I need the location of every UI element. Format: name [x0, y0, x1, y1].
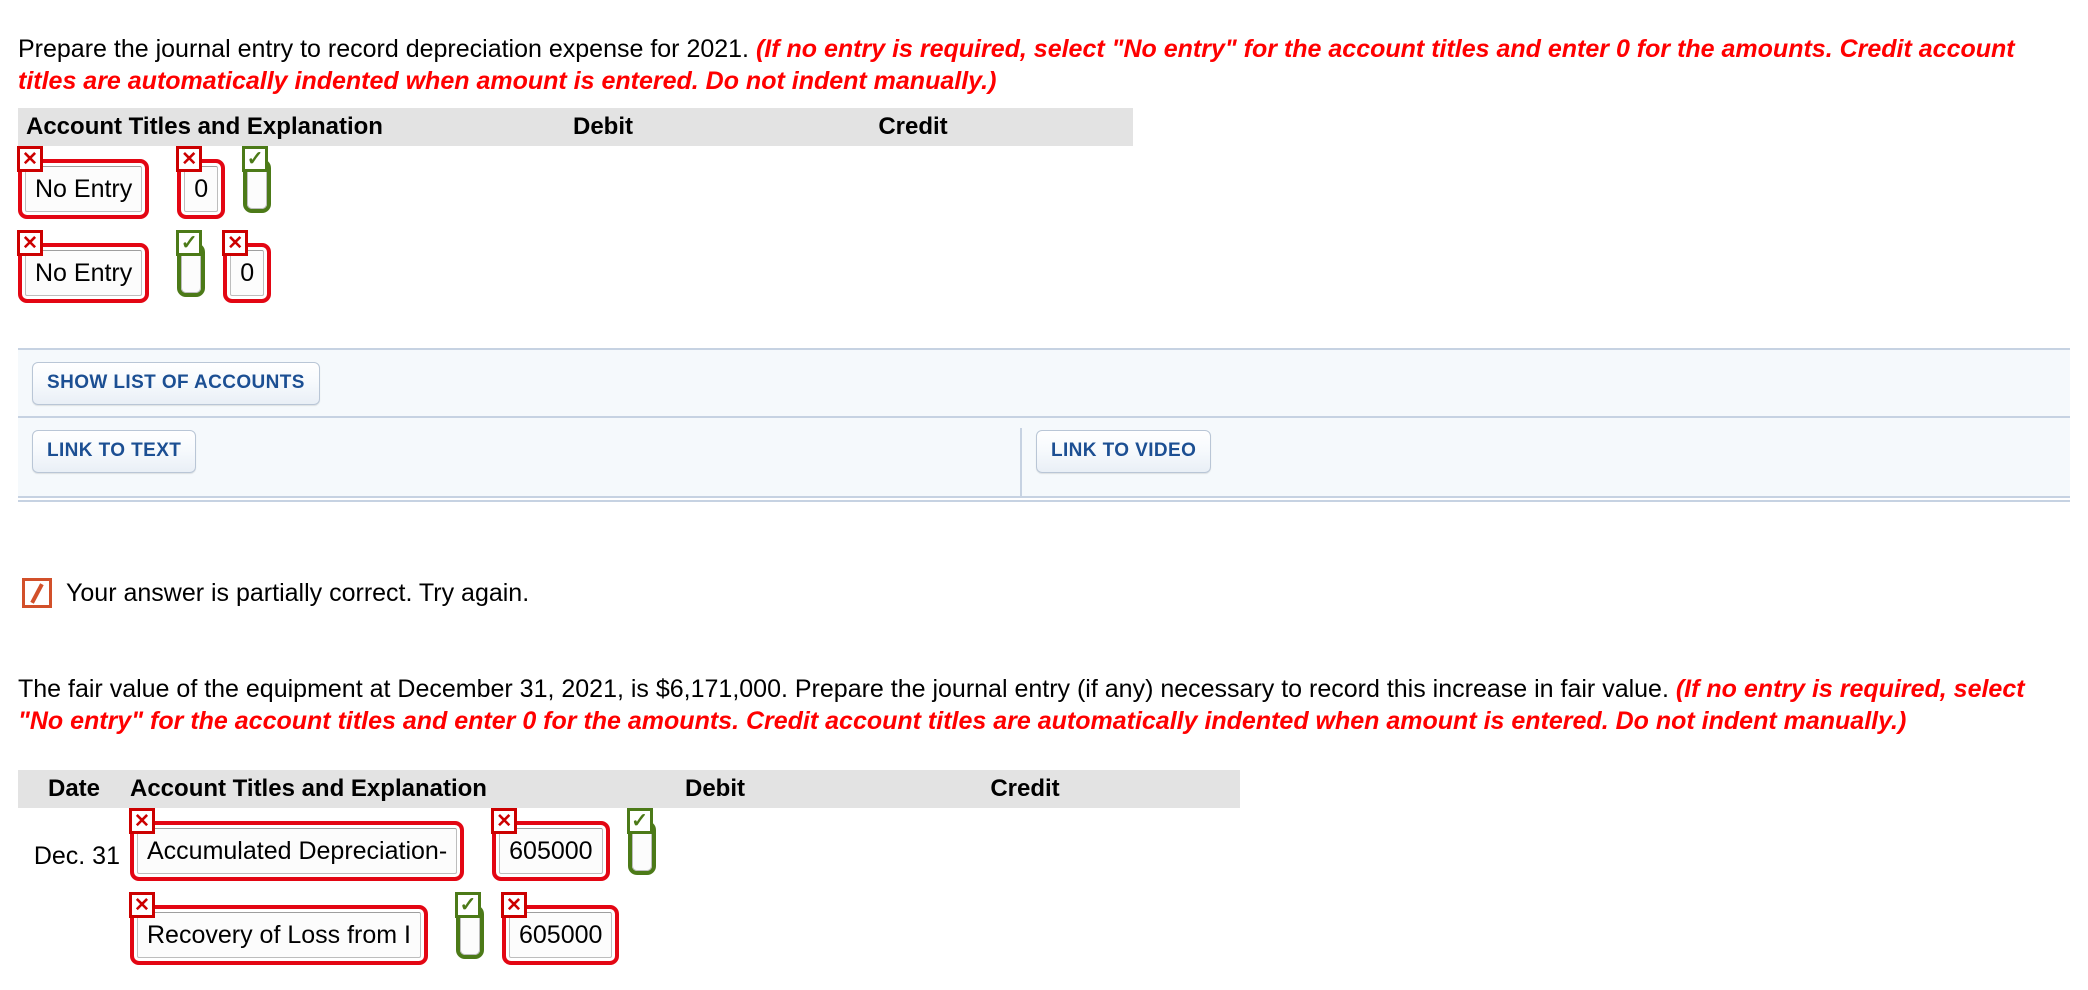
question-1-prompt-main: Prepare the journal entry to record depr…: [18, 35, 750, 63]
table-2-header-row: Date Account Titles and Explanation Debi…: [18, 770, 1240, 808]
status-correct-icon: ✓: [626, 808, 653, 834]
status-incorrect-icon: ✕: [176, 146, 203, 172]
link-to-text-button[interactable]: LINK TO TEXT: [32, 430, 197, 473]
question-1-prompt: Prepare the journal entry to record depr…: [0, 33, 2070, 97]
credit-field-cell: ✓: [242, 146, 272, 213]
status-correct-icon: ✓: [176, 230, 203, 256]
credit-input-r2[interactable]: 0: [230, 250, 265, 296]
panel-row-links: LINK TO TEXT LINK TO VIDEO: [18, 416, 2070, 498]
status-correct-icon: ✓: [242, 146, 269, 172]
date-cell-r1: Dec. 31: [33, 842, 120, 870]
credit-field-cell: ✕ 0: [222, 230, 272, 303]
status-incorrect-icon: ✕: [222, 230, 249, 256]
account-input-r1[interactable]: No Entry: [25, 166, 143, 212]
table-1-header-row: Account Titles and Explanation Debit Cre…: [18, 108, 1133, 146]
status-incorrect-icon: ✕: [500, 892, 527, 918]
debit-field-cell: ✕ 605000: [491, 808, 610, 881]
link-to-video-cell: LINK TO VIDEO: [1022, 428, 1212, 473]
table-2-header-date: Date: [47, 775, 101, 802]
panel-row-accounts: SHOW LIST OF ACCOUNTS: [18, 350, 2070, 416]
status-incorrect-icon: ✕: [129, 892, 155, 918]
credit-field-cell: ✓: [626, 808, 656, 875]
table-row: ✕ No Entry ✕ 0 ✓: [17, 146, 1133, 230]
debit-input-s2r1[interactable]: 605000: [499, 828, 603, 874]
table-1-header-account: Account Titles and Explanation: [26, 113, 383, 140]
journal-entry-table-2: Date Account Titles and Explanation Debi…: [18, 770, 1240, 976]
question-2-prompt: The fair value of the equipment at Decem…: [0, 673, 2080, 737]
account-field-cell: ✕ Recovery of Loss from I: [129, 892, 428, 965]
feedback-banner: Your answer is partially correct. Try ag…: [22, 578, 529, 608]
debit-input-r1[interactable]: 0: [184, 166, 219, 212]
status-incorrect-icon: ✕: [17, 230, 43, 256]
table-row: Dec. 31 ✕ Accumulated Depreciation- ✕ 60…: [18, 808, 1240, 892]
status-incorrect-icon: ✕: [17, 146, 43, 172]
table-row: ✕ Recovery of Loss from I ✓ ✕ 605000: [18, 892, 1240, 976]
journal-entry-table-1: Account Titles and Explanation Debit Cre…: [17, 108, 1133, 314]
debit-field-cell: ✕ 0: [176, 146, 226, 219]
show-list-of-accounts-button[interactable]: SHOW LIST OF ACCOUNTS: [32, 361, 320, 405]
account-field-border: Accumulated Depreciation-: [130, 821, 465, 881]
table-2-header-credit: Credit: [990, 775, 1060, 802]
action-panel: SHOW LIST OF ACCOUNTS LINK TO TEXT LINK …: [18, 348, 2070, 498]
table-1-header-debit: Debit: [573, 113, 633, 140]
link-to-text-cell: LINK TO TEXT: [18, 428, 1022, 498]
debit-field-cell: ✓: [454, 892, 484, 959]
status-correct-icon: ✓: [454, 892, 481, 918]
date-cell-r2: [18, 892, 130, 926]
partial-credit-icon: [22, 578, 52, 608]
account-input-s2r2[interactable]: Recovery of Loss from I: [137, 912, 421, 958]
table-1-header-credit: Credit: [878, 113, 948, 140]
credit-field-cell: ✕ 605000: [500, 892, 620, 965]
table-2-header-account: Account Titles and Explanation: [130, 775, 487, 802]
worksheet-page: Prepare the journal entry to record depr…: [0, 0, 2088, 990]
status-incorrect-icon: ✕: [491, 808, 518, 834]
debit-field-cell: ✓: [176, 230, 206, 297]
question-2-prompt-main: The fair value of the equipment at Decem…: [18, 675, 1669, 703]
account-input-r2[interactable]: No Entry: [25, 250, 143, 296]
status-incorrect-icon: ✕: [129, 808, 155, 834]
account-field-cell: ✕ No Entry: [17, 230, 150, 303]
section-divider: [18, 500, 2070, 502]
table-2-header-debit: Debit: [685, 775, 745, 802]
link-to-video-button[interactable]: LINK TO VIDEO: [1036, 430, 1212, 473]
account-field-cell: ✕ No Entry: [17, 146, 150, 219]
account-input-s2r1[interactable]: Accumulated Depreciation-: [137, 828, 458, 874]
credit-input-s2r2[interactable]: 605000: [508, 912, 613, 958]
account-field-border: Recovery of Loss from I: [130, 905, 428, 965]
account-field-cell: ✕ Accumulated Depreciation-: [129, 808, 465, 881]
table-row: ✕ No Entry ✓ ✕ 0: [17, 230, 1133, 314]
feedback-text: Your answer is partially correct. Try ag…: [66, 578, 530, 607]
